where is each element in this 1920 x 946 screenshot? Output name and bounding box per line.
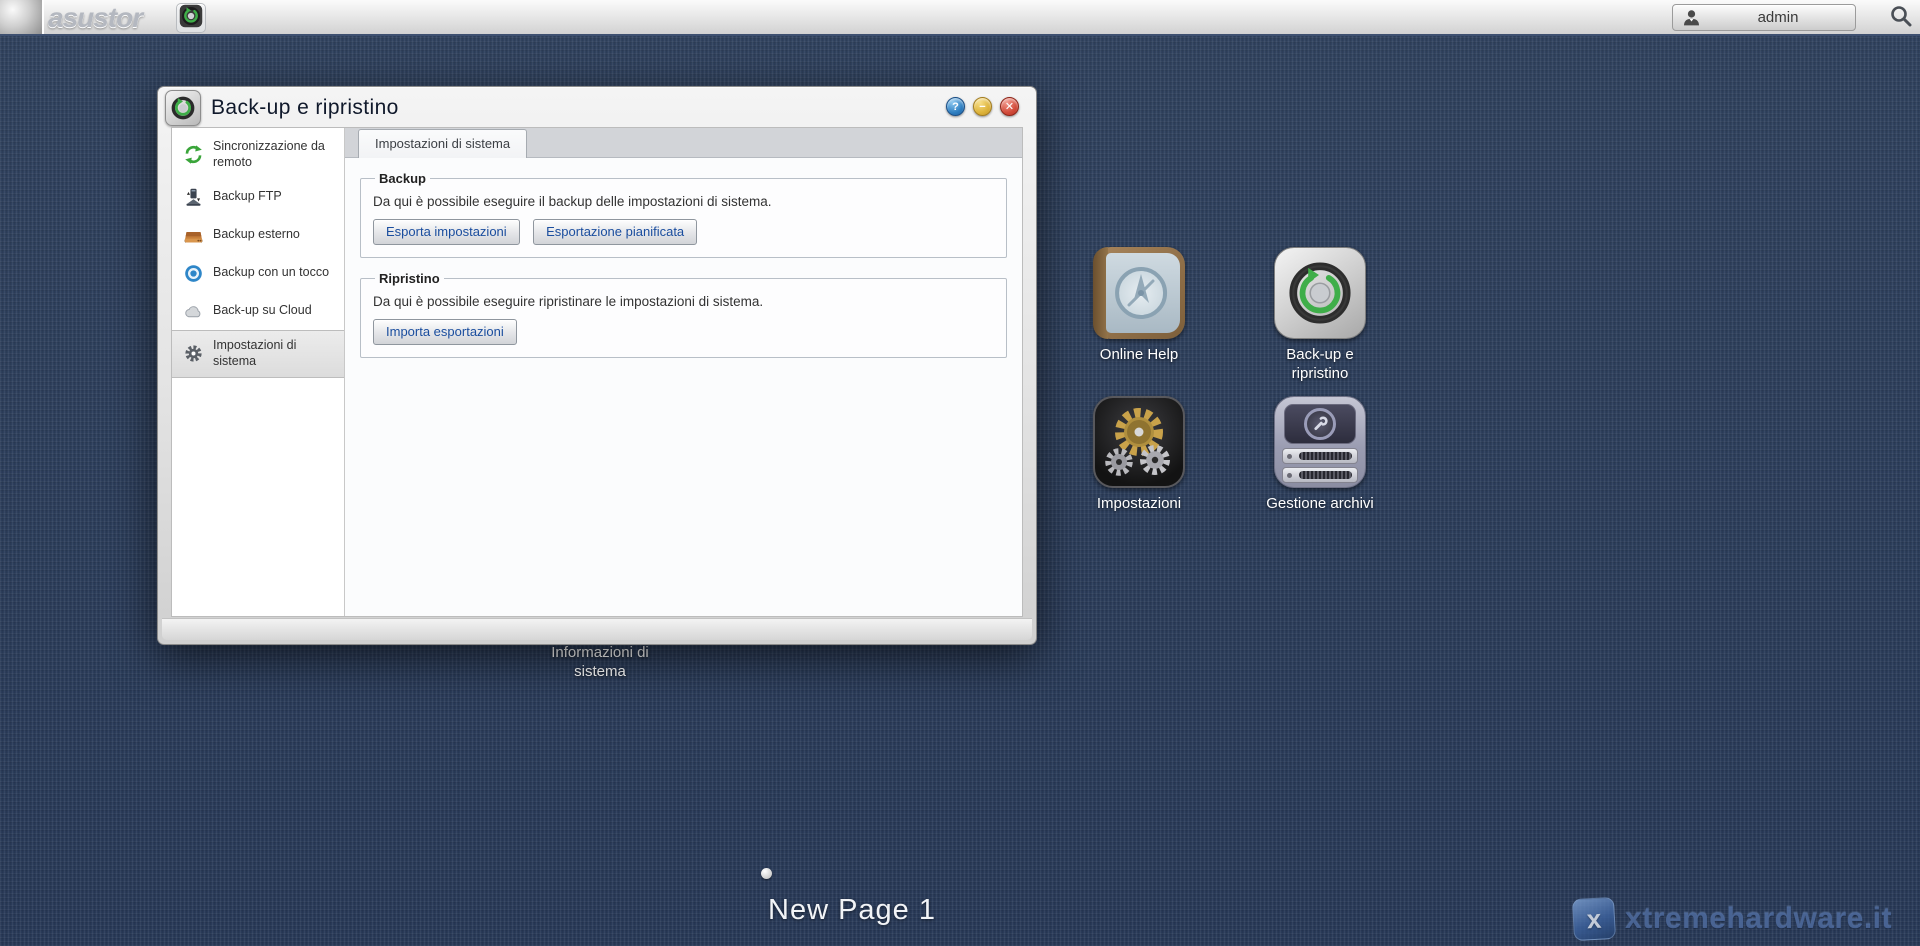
- desktop-page-indicator-dot[interactable]: [761, 868, 772, 879]
- desktop-icon-online-help[interactable]: Online Help: [1069, 247, 1209, 365]
- asustor-logo: asustor: [48, 1, 142, 35]
- sidebar-item-system-settings[interactable]: Impostazioni di sistema: [172, 330, 344, 377]
- backup-restore-icon: [1274, 247, 1366, 339]
- restore-section-description: Da qui è possibile eseguire ripristinare…: [373, 294, 994, 309]
- xtremehardware-logo-icon: x: [1572, 897, 1616, 941]
- sidebar-item-label: Backup FTP: [213, 189, 282, 205]
- content-area: Impostazioni di sistema Backup Da qui è …: [345, 128, 1022, 616]
- corner-handle: [0, 0, 44, 34]
- user-icon: [1682, 8, 1701, 27]
- desktop-icon-storage-manager[interactable]: Gestione archivi: [1250, 396, 1390, 514]
- backup-section-title: Backup: [379, 171, 426, 186]
- storage-manager-icon: [1274, 396, 1366, 488]
- window-app-icon: [165, 90, 201, 126]
- ftp-icon: [182, 186, 204, 208]
- desktop-page-title: New Page 1: [680, 894, 1024, 927]
- tab-system-settings[interactable]: Impostazioni di sistema: [358, 129, 527, 158]
- help-button[interactable]: ?: [946, 97, 965, 116]
- window-title: Back-up e ripristino: [211, 87, 399, 127]
- minimize-button[interactable]: −: [973, 97, 992, 116]
- backup-section-description: Da qui è possibile eseguire il backup de…: [373, 194, 994, 209]
- backup-section: Backup Da qui è possibile eseguire il ba…: [360, 171, 1007, 258]
- close-button[interactable]: ✕: [1000, 97, 1019, 116]
- cloud-icon: [182, 300, 204, 322]
- window-body: Sincronizzazione da remoto Backup FTP: [171, 127, 1023, 617]
- user-name: admin: [1701, 9, 1855, 26]
- backup-restore-icon: [179, 4, 203, 33]
- desktop-icon-label: Online Help: [1083, 346, 1195, 365]
- sidebar-item-remote-sync[interactable]: Sincronizzazione da remoto: [172, 131, 344, 178]
- sidebar-item-label: Back-up su Cloud: [213, 303, 312, 319]
- sidebar: Sincronizzazione da remoto Backup FTP: [172, 128, 345, 616]
- sidebar-item-label: Backup esterno: [213, 227, 300, 243]
- search-icon: [1889, 4, 1913, 33]
- desktop-icon-settings[interactable]: Impostazioni: [1069, 396, 1209, 514]
- desktop-icon-label: Back-up e ripristino: [1264, 346, 1376, 384]
- sidebar-item-label: Sincronizzazione da remoto: [213, 139, 338, 170]
- backup-restore-window: Back-up e ripristino ? − ✕ Sincronizzazi…: [157, 86, 1037, 645]
- taskbar-backup-app-button[interactable]: [176, 3, 206, 33]
- topbar: asustor admin: [0, 0, 1920, 36]
- sidebar-item-ftp-backup[interactable]: Backup FTP: [172, 178, 344, 216]
- tab-panel: Backup Da qui è possibile eseguire il ba…: [345, 158, 1022, 616]
- wrench-icon: [1310, 414, 1330, 434]
- window-titlebar[interactable]: Back-up e ripristino ? − ✕: [158, 87, 1036, 127]
- watermark: x xtremehardware.it: [1573, 898, 1892, 940]
- user-menu-button[interactable]: admin: [1672, 4, 1856, 31]
- sidebar-item-label: Impostazioni di sistema: [213, 338, 338, 369]
- scheduled-export-button[interactable]: Esportazione pianificata: [533, 219, 697, 245]
- desktop-icon-backup-restore[interactable]: Back-up e ripristino: [1250, 247, 1390, 384]
- one-touch-icon: [182, 262, 204, 284]
- desktop-icon-system-info[interactable]: Informazioni di sistema: [525, 644, 675, 682]
- sidebar-item-one-touch-backup[interactable]: Backup con un tocco: [172, 254, 344, 292]
- desktop-icon-label: Informazioni di sistema: [538, 644, 662, 682]
- sidebar-item-cloud-backup[interactable]: Back-up su Cloud: [172, 292, 344, 330]
- settings-gears-icon: [1093, 396, 1185, 488]
- desktop-icon-label: Gestione archivi: [1264, 495, 1376, 514]
- restore-section: Ripristino Da qui è possibile eseguire r…: [360, 271, 1007, 358]
- restore-section-title: Ripristino: [379, 271, 440, 286]
- watermark-text: xtremehardware.it: [1625, 902, 1892, 936]
- sidebar-item-label: Backup con un tocco: [213, 265, 329, 281]
- window-status-bar: [162, 618, 1032, 640]
- sidebar-item-external-backup[interactable]: Backup esterno: [172, 216, 344, 254]
- external-drive-icon: [182, 224, 204, 246]
- export-settings-button[interactable]: Esporta impostazioni: [373, 219, 520, 245]
- search-button[interactable]: [1888, 5, 1914, 31]
- tab-bar: Impostazioni di sistema: [345, 128, 1022, 158]
- import-exports-button[interactable]: Importa esportazioni: [373, 319, 517, 345]
- sync-icon: [182, 144, 204, 166]
- gear-icon: [182, 343, 204, 365]
- desktop-icon-label: Impostazioni: [1083, 495, 1195, 514]
- help-book-icon: [1093, 247, 1185, 339]
